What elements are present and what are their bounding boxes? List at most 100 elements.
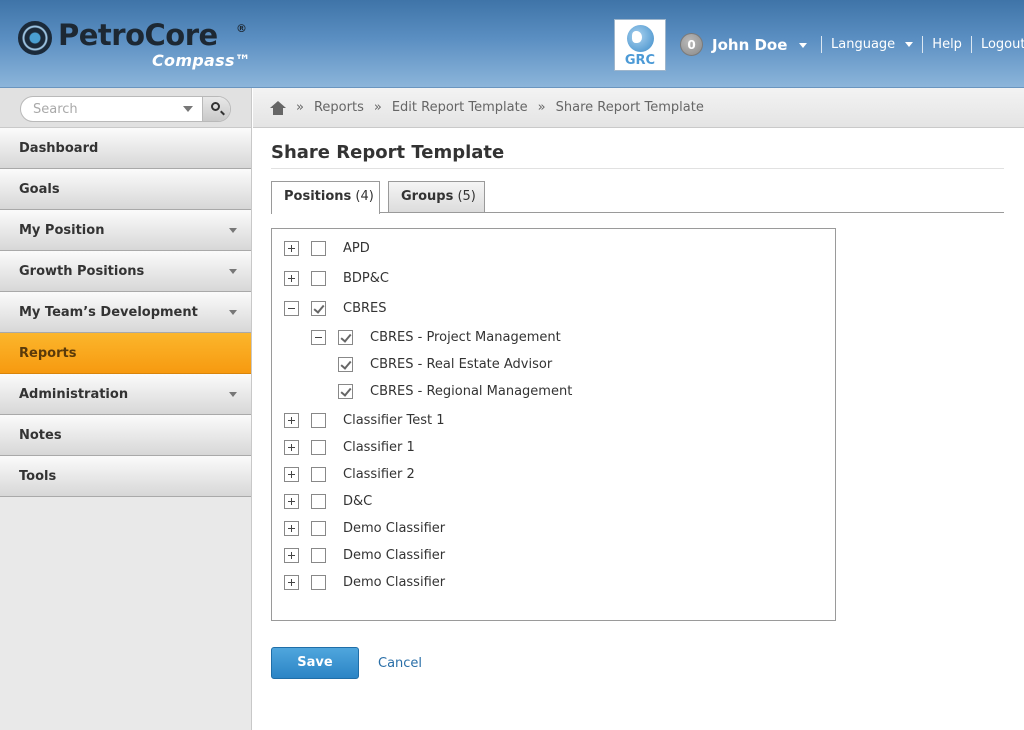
language-menu[interactable]: Language [831, 37, 914, 52]
expand-icon[interactable] [284, 412, 299, 428]
tree-row: D&C [284, 491, 372, 511]
tree-checkbox[interactable] [338, 383, 353, 399]
tree-label: Classifier 2 [343, 466, 415, 482]
tree-checkbox[interactable] [311, 240, 326, 256]
language-label: Language [831, 37, 896, 52]
expand-icon[interactable] [284, 270, 299, 286]
notification-count-badge[interactable]: 0 [680, 33, 703, 56]
tree-label: Classifier 1 [343, 439, 415, 455]
tree-checkbox[interactable] [311, 300, 326, 316]
tree-checkbox[interactable] [311, 466, 326, 482]
tabs-baseline [271, 212, 1004, 213]
tree-label: Demo Classifier [343, 574, 446, 590]
sidebar-item-reports[interactable]: Reports [0, 333, 251, 374]
tree-row: Demo Classifier [284, 518, 445, 538]
save-button[interactable]: Save [271, 647, 359, 679]
breadcrumb-separator: » [373, 100, 382, 115]
search-bar [0, 88, 251, 128]
expand-icon[interactable] [284, 240, 299, 256]
search-button[interactable] [202, 97, 230, 121]
title-divider [271, 168, 1004, 169]
expand-icon[interactable] [284, 520, 299, 536]
tree-row: Classifier Test 1 [284, 410, 444, 430]
tree-checkbox[interactable] [311, 412, 326, 428]
sidebar-item-administration[interactable]: Administration [0, 374, 251, 415]
tree-row: Demo Classifier [284, 545, 445, 565]
expand-icon[interactable] [284, 493, 299, 509]
tree-label: Demo Classifier [343, 547, 446, 563]
tree-row: CBRES [284, 298, 387, 318]
sidebar-item-growth-positions[interactable]: Growth Positions [0, 251, 251, 292]
sidebar-item-tools[interactable]: Tools [0, 456, 251, 497]
tree-checkbox[interactable] [311, 270, 326, 286]
search-input[interactable] [21, 97, 181, 121]
tree-row: CBRES - Regional Management [311, 381, 572, 401]
divider [821, 36, 822, 53]
tree-checkbox[interactable] [338, 356, 353, 372]
home-icon[interactable] [270, 100, 286, 115]
sidebar-item-label: Tools [19, 469, 57, 484]
sidebar-item-label: Notes [19, 428, 62, 443]
user-menu[interactable]: John Doe [712, 36, 807, 54]
logo-subtitle: Compass™ [152, 51, 252, 70]
sidebar-item-goals[interactable]: Goals [0, 169, 251, 210]
tree-checkbox[interactable] [311, 493, 326, 509]
collapse-icon[interactable] [311, 329, 326, 345]
chevron-down-icon [229, 269, 237, 274]
expand-icon[interactable] [284, 547, 299, 563]
breadcrumb-separator: » [296, 100, 304, 115]
tree-row: Demo Classifier [284, 572, 445, 592]
positions-tree: APD BDP&C CBRES CBRES - Project Management C… [271, 228, 836, 621]
tree-label: D&C [343, 493, 373, 509]
grc-label: GRC [624, 53, 656, 68]
tree-checkbox[interactable] [311, 520, 326, 536]
tree-checkbox[interactable] [338, 329, 353, 345]
sidebar-item-label: Dashboard [19, 141, 99, 156]
tree-label: CBRES - Real Estate Advisor [370, 356, 553, 372]
tree-row: APD [284, 238, 370, 258]
divider [970, 36, 972, 53]
chevron-down-icon [798, 43, 807, 48]
chevron-down-icon[interactable] [183, 106, 193, 112]
tree-row: Classifier 1 [284, 437, 415, 457]
chevron-down-icon [229, 310, 237, 315]
cancel-link[interactable]: Cancel [378, 656, 422, 671]
tree-label: BDP&C [343, 270, 389, 286]
tree-row: CBRES - Project Management [311, 327, 561, 347]
help-link[interactable]: Help [932, 37, 962, 52]
tree-row: BDP&C [284, 268, 389, 288]
petrocore-logo[interactable]: PetroCore ® Compass™ [18, 18, 288, 70]
grc-badge[interactable]: GRC [614, 19, 666, 71]
breadcrumb-item-reports[interactable]: Reports [314, 100, 364, 115]
tree-label: CBRES - Regional Management [370, 383, 573, 399]
logout-link[interactable]: Logout [981, 37, 1024, 52]
sidebar-item-label: My Position [19, 223, 105, 238]
tree-checkbox[interactable] [311, 574, 326, 590]
logo-mark-icon [18, 21, 52, 55]
breadcrumb-item-edit-report-template[interactable]: Edit Report Template [392, 100, 528, 115]
tree-checkbox[interactable] [311, 439, 326, 455]
collapse-icon[interactable] [284, 300, 299, 316]
breadcrumb-separator: » [537, 100, 546, 115]
sidebar-item-label: My Team’s Development [19, 305, 198, 320]
sidebar-item-my-position[interactable]: My Position [0, 210, 251, 251]
tree-label: Demo Classifier [343, 520, 446, 536]
sidebar-nav: Dashboard Goals My Position Growth Position… [0, 128, 251, 497]
chevron-down-icon [905, 42, 914, 47]
expand-icon[interactable] [284, 574, 299, 590]
sidebar-item-dashboard[interactable]: Dashboard [0, 128, 251, 169]
expand-icon[interactable] [284, 466, 299, 482]
chevron-down-icon [229, 228, 237, 233]
tab-groups[interactable]: Groups (5) [388, 181, 485, 212]
sidebar-item-notes[interactable]: Notes [0, 415, 251, 456]
tab-positions[interactable]: Positions (4) [271, 181, 380, 214]
tree-row: Classifier 2 [284, 464, 415, 484]
chevron-down-icon [229, 392, 237, 397]
sidebar-item-label: Goals [19, 182, 60, 197]
sidebar-item-my-team-s-development[interactable]: My Team’s Development [0, 292, 251, 333]
tree-checkbox[interactable] [311, 547, 326, 563]
expand-icon[interactable] [284, 439, 299, 455]
logo-name: PetroCore [58, 18, 218, 52]
tree-label: CBRES [343, 300, 387, 316]
sidebar-item-label: Growth Positions [19, 264, 145, 279]
